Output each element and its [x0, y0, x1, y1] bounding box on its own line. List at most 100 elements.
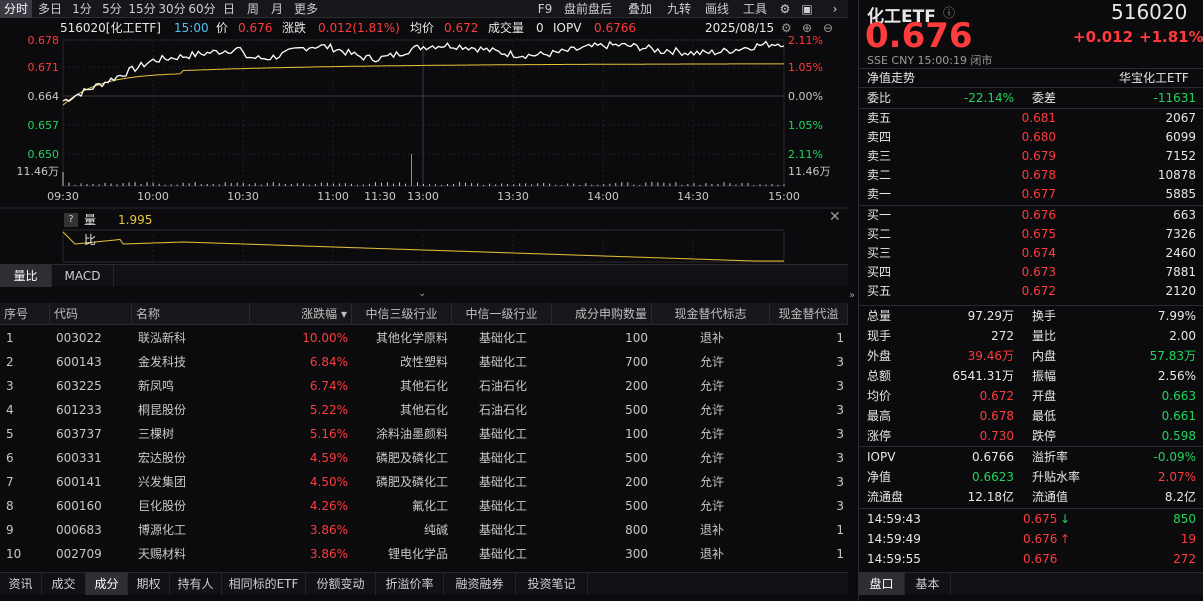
- asks-volume: 7152: [1165, 149, 1196, 163]
- cell-7: 允许: [699, 427, 724, 441]
- cell-1: 002709: [56, 547, 102, 561]
- tab-basic[interactable]: 基本: [905, 573, 951, 595]
- x-label-6: 13:30: [497, 190, 529, 203]
- column-header-7[interactable]: 现金替代标志: [652, 303, 770, 325]
- x-label-2: 10:30: [227, 190, 259, 203]
- stats2-label-a: 流通盘: [867, 490, 904, 504]
- bids-price: 0.675: [1021, 227, 1056, 241]
- asks-price: 0.677: [1021, 187, 1056, 201]
- bids-row: 买五 0.672 2120: [859, 282, 1203, 301]
- stats-label-a: 涨停: [867, 429, 892, 443]
- cell-0: 10: [6, 547, 22, 561]
- column-header-6[interactable]: 成分申购数量: [552, 303, 652, 325]
- asks-row: 卖一 0.677 5885: [859, 185, 1203, 204]
- cell-2: 兴发集团: [138, 475, 187, 489]
- tick-price: 0.676: [1023, 552, 1058, 566]
- cell-7: 允许: [699, 379, 724, 393]
- tick-time: 14:59:55: [867, 552, 921, 566]
- stats2-value-a: 12.18亿: [967, 490, 1014, 504]
- last-price: 0.676: [865, 16, 973, 56]
- weibi-row: 委比 -22.14% 委差 -11631: [859, 89, 1203, 108]
- cell-5: 基础化工: [478, 475, 527, 489]
- cell-4: 其他化学原料: [375, 331, 448, 345]
- bottom-tab-1[interactable]: 成交: [42, 573, 86, 595]
- column-header-3[interactable]: 涨跌幅 ▾: [250, 303, 352, 325]
- table-row[interactable]: 6 600331 宏达股份 4.59% 磷肥及磷化工 基础化工 500 允许 3: [0, 446, 848, 470]
- stats-row: 涨停 0.730 跌停 0.598: [859, 427, 1203, 446]
- help-icon[interactable]: ?: [64, 213, 78, 227]
- asks-volume: 10878: [1157, 168, 1196, 182]
- x-label-3: 11:00: [317, 190, 349, 203]
- weicha-value: -11631: [1153, 91, 1196, 105]
- cell-5: 基础化工: [478, 451, 527, 465]
- column-header-1[interactable]: 代码: [50, 303, 132, 325]
- stats-value-b: 7.99%: [1157, 309, 1196, 323]
- vol-label-left: 11.46万: [17, 165, 60, 178]
- table-row[interactable]: 4 601233 桐昆股份 5.22% 其他石化 石油石化 500 允许 3: [0, 398, 848, 422]
- cell-3: 10.00%: [302, 331, 348, 345]
- table-row[interactable]: 1 003022 联泓新科 10.00% 其他化学原料 基础化工 100 退补 1: [0, 326, 848, 350]
- bottom-tab-7[interactable]: 折溢价率: [376, 573, 444, 595]
- market-meta: SSE CNY 15:00:19 闭市: [867, 54, 993, 67]
- stats-value-a: 272: [991, 329, 1014, 343]
- tab-macd[interactable]: MACD: [52, 265, 114, 287]
- cell-4: 纯碱: [423, 523, 448, 537]
- stats2-label-b: 升贴水率: [1032, 470, 1081, 484]
- stats2-value-a: 0.6623: [972, 470, 1014, 484]
- tab-orderbook[interactable]: 盘口: [859, 573, 905, 595]
- cell-2: 三棵树: [138, 427, 175, 441]
- column-header-5[interactable]: 中信一级行业: [452, 303, 552, 325]
- bottom-tab-3[interactable]: 期权: [128, 573, 170, 595]
- cell-5: 基础化工: [478, 355, 527, 369]
- bottom-tab-2[interactable]: 成分: [86, 573, 128, 595]
- table-row[interactable]: 7 600141 兴发集团 4.50% 磷肥及磷化工 基础化工 200 允许 3: [0, 470, 848, 494]
- asks-row: 卖二 0.678 10878: [859, 166, 1203, 185]
- table-row[interactable]: 5 603737 三棵树 5.16% 涂料油墨颜料 基础化工 100 允许 3: [0, 422, 848, 446]
- x-label-9: 15:00: [768, 190, 800, 203]
- bottom-tab-8[interactable]: 融资融券: [444, 573, 516, 595]
- stats2-label-b: 流通值: [1032, 490, 1069, 504]
- collapse-icon[interactable]: ⌄: [418, 288, 426, 299]
- column-header-0[interactable]: 序号: [0, 303, 50, 325]
- stats-value-a: 0.678: [979, 409, 1014, 423]
- tick-price: 0.676: [1023, 532, 1058, 546]
- bids-volume: 7326: [1165, 227, 1196, 241]
- bottom-tab-5[interactable]: 相同标的ETF: [222, 573, 306, 595]
- column-header-8[interactable]: 现金替代溢: [770, 303, 848, 325]
- stats-value-a: 6541.31万: [952, 369, 1014, 383]
- cell-6: 500: [625, 403, 648, 417]
- cell-8: 3: [836, 379, 844, 393]
- cell-1: 600160: [56, 499, 102, 513]
- asks-label: 卖二: [867, 168, 892, 182]
- cell-6: 500: [625, 451, 648, 465]
- asks-row: 卖五 0.681 2067: [859, 109, 1203, 128]
- table-row[interactable]: 10 002709 天赐材料 3.86% 锂电化学品 基础化工 300 退补 1: [0, 542, 848, 566]
- cell-4: 其他石化: [399, 379, 448, 393]
- table-row[interactable]: 2 600143 金发科技 6.84% 改性塑料 基础化工 700 允许 3: [0, 350, 848, 374]
- bids-price: 0.674: [1021, 246, 1056, 260]
- bottom-tab-4[interactable]: 持有人: [170, 573, 222, 595]
- cell-6: 200: [625, 475, 648, 489]
- cell-8: 3: [836, 499, 844, 513]
- column-header-4[interactable]: 中信三级行业: [352, 303, 452, 325]
- bottom-tab-9[interactable]: 投资笔记: [516, 573, 588, 595]
- column-header-2[interactable]: 名称: [132, 303, 250, 325]
- table-row[interactable]: 9 000683 博源化工 3.86% 纯碱 基础化工 800 退补 1: [0, 518, 848, 542]
- nav-trend-link[interactable]: 净值走势: [867, 69, 915, 87]
- cell-4: 锂电化学品: [387, 547, 448, 561]
- bottom-tab-0[interactable]: 资讯: [0, 573, 42, 595]
- bids-price: 0.676: [1021, 208, 1056, 222]
- bottom-tab-6[interactable]: 份额变动: [306, 573, 376, 595]
- cell-0: 1: [6, 331, 14, 345]
- table-row[interactable]: 3 603225 新凤鸣 6.74% 其他石化 石油石化 200 允许 3: [0, 374, 848, 398]
- stats-value-b: 2.56%: [1157, 369, 1196, 383]
- tab-volume-ratio[interactable]: 量比: [0, 265, 52, 287]
- issuer-name: 华宝化工ETF: [1119, 71, 1189, 85]
- close-subchart-icon[interactable]: ✕: [829, 209, 841, 225]
- expand-icon[interactable]: »: [849, 290, 855, 301]
- tick-volume: 272: [1173, 552, 1196, 566]
- cell-1: 000683: [56, 523, 102, 537]
- table-row[interactable]: 8 600160 巨化股份 4.26% 氟化工 基础化工 500 允许 3: [0, 494, 848, 518]
- cell-5: 石油石化: [478, 379, 527, 393]
- x-label-0: 09:30: [47, 190, 79, 203]
